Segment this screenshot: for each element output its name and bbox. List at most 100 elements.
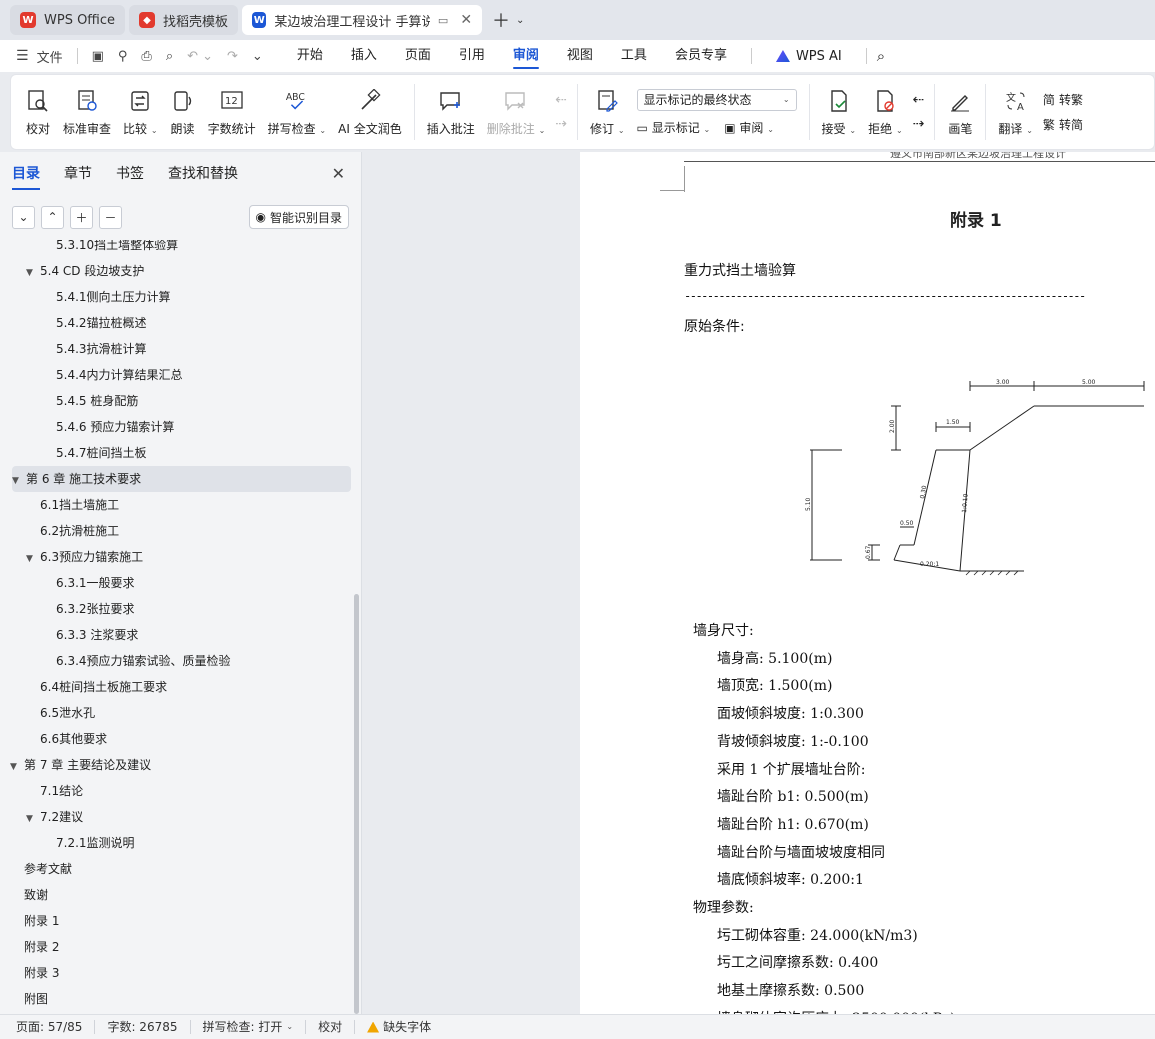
tab-docer-templates[interactable]: ◆ 找稻壳模板 [129, 5, 239, 35]
expand-caret-icon[interactable]: ▼ [12, 468, 26, 494]
toc-item[interactable]: 5.4.6 预应力锚索计算 [42, 414, 174, 440]
review-pane-button[interactable]: ▣ 审阅 ⌄ [724, 119, 774, 136]
toc-item[interactable]: 6.2抗滑桩施工 [26, 518, 119, 544]
toc-item[interactable]: 附录 3 [10, 960, 59, 986]
tab-list-chevron-icon[interactable]: ⌄ [516, 15, 524, 26]
redo-icon[interactable]: ↷ [227, 49, 238, 64]
word-count-indicator[interactable]: 字数: 26785 [95, 1020, 191, 1034]
wps-ai-button[interactable]: WPS AI [762, 49, 856, 64]
new-tab-icon[interactable]: ＋ [492, 7, 510, 33]
expand-caret-icon[interactable]: ▼ [26, 806, 40, 832]
toc-item[interactable]: 6.3.4预应力锚索试验、质量检验 [42, 648, 231, 674]
previous-change-icon[interactable]: ⇠ [913, 92, 925, 108]
ai-polish-button[interactable]: AI 全文润色 [332, 77, 408, 147]
page-indicator[interactable]: 页面: 57/85 [16, 1020, 96, 1034]
toc-item[interactable]: 5.3.10挡土墙整体验算 [42, 240, 178, 258]
toc-item[interactable]: 6.4桩间挡土板施工要求 [26, 674, 167, 700]
tab-references[interactable]: 引用 [445, 40, 499, 72]
reject-button[interactable]: 拒绝 ⌄ [862, 77, 909, 147]
missing-font-indicator[interactable]: 缺失字体 [355, 1020, 443, 1034]
search-icon[interactable]: ⌕ [877, 47, 885, 65]
nav-tab-toc[interactable]: 目录 [12, 152, 40, 196]
to-traditional-button[interactable]: 简 转繁 [1043, 91, 1083, 108]
tab-review[interactable]: 审阅 [499, 40, 553, 72]
tab-tools[interactable]: 工具 [607, 40, 661, 72]
print-preview-icon[interactable]: ⌕ [166, 49, 173, 64]
hamburger-icon[interactable]: ☰ [16, 48, 29, 64]
toc-item[interactable]: 致谢 [10, 882, 48, 908]
tab-wps-office[interactable]: W WPS Office [10, 5, 126, 35]
toc-item[interactable]: 5.4.4内力计算结果汇总 [42, 362, 183, 388]
spell-check-button[interactable]: ABC 拼写检查 ⌄ [262, 77, 333, 147]
toc-item[interactable]: 5.4.7桩间挡土板 [42, 440, 147, 466]
toc-item[interactable]: ▼ 6.3预应力锚索施工 [26, 544, 143, 570]
toc-item[interactable]: ▼ 第 6 章 施工技术要求 [12, 466, 351, 492]
toc-item[interactable]: 附图 [10, 986, 48, 1012]
toc-item[interactable]: 7.2.1监测说明 [42, 830, 135, 856]
toc-item[interactable]: ▼ 5.4 CD 段边坡支护 [26, 258, 144, 284]
toc-item[interactable]: ▼ 7.2建议 [26, 804, 83, 830]
toc-item[interactable]: 5.4.3抗滑桩计算 [42, 336, 147, 362]
toc-item[interactable]: 参考文献 [10, 856, 72, 882]
read-aloud-button[interactable]: 朗读 [164, 77, 202, 147]
toc-item[interactable]: 6.3.2张拉要求 [42, 596, 135, 622]
tab-home[interactable]: 开始 [283, 40, 337, 72]
tab-insert[interactable]: 插入 [337, 40, 391, 72]
proofread-button[interactable]: 校对 [19, 77, 57, 147]
delete-comment-button[interactable]: 删除批注 ⌄ [481, 77, 552, 147]
proofread-status[interactable]: 校对 [306, 1020, 356, 1034]
toc-item[interactable]: 6.6其他要求 [26, 726, 107, 752]
toc-item[interactable]: 5.4.2锚拉桩概述 [42, 310, 147, 336]
toc-item[interactable]: 5.4.1侧向土压力计算 [42, 284, 171, 310]
toc-item[interactable]: 6.5泄水孔 [26, 700, 95, 726]
tab-current-document[interactable]: W 某边坡治理工程设计 手算说明 ▭ ✕ [242, 5, 483, 35]
toc-item[interactable]: 7.1结论 [26, 778, 83, 804]
compare-button[interactable]: 比较 ⌄ [117, 77, 164, 147]
next-change-icon[interactable]: ⇢ [913, 116, 925, 132]
insert-comment-button[interactable]: 插入批注 [421, 77, 481, 147]
toc-item[interactable]: ▼ 第 7 章 主要结论及建议 [10, 752, 151, 778]
share-icon[interactable]: ⚲ [118, 49, 128, 64]
word-count-button[interactable]: 12 字数统计 [202, 77, 262, 147]
next-comment-icon[interactable]: ⇢ [555, 116, 567, 132]
smart-toc-button[interactable]: ◉ 智能识别目录 [248, 205, 349, 229]
nav-tab-sections[interactable]: 章节 [64, 152, 92, 196]
nav-tab-bookmarks[interactable]: 书签 [116, 152, 144, 196]
remove-heading-icon[interactable]: － [99, 205, 122, 229]
close-icon[interactable]: ✕ [332, 164, 345, 183]
toc-item[interactable]: 5.4.5 桩身配筋 [42, 388, 138, 414]
collapse-chevron-down-icon[interactable]: ⌄ [12, 205, 35, 229]
toc-item[interactable]: 6.1挡土墙施工 [26, 492, 119, 518]
spell-check-toggle[interactable]: 拼写检查: 打开 ⌄ [191, 1020, 307, 1034]
accept-button[interactable]: 接受 ⌄ [816, 77, 863, 147]
toc-item[interactable]: 附录 1 [10, 908, 59, 934]
print-icon[interactable]: ⎙ [141, 49, 151, 64]
tab-page[interactable]: 页面 [391, 40, 445, 72]
close-tab-icon[interactable]: ✕ [460, 12, 472, 28]
track-changes-button[interactable]: 修订 ⌄ [584, 77, 631, 147]
expand-caret-icon[interactable]: ▼ [10, 754, 24, 780]
standard-review-button[interactable]: 标准审查 [57, 77, 117, 147]
undo-icon[interactable]: ↶ ⌄ [187, 49, 213, 64]
expand-chevron-up-icon[interactable]: ⌃ [41, 205, 64, 229]
markup-display-select[interactable]: 显示标记的最终状态 ⌄ [636, 88, 797, 111]
to-simplified-button[interactable]: 繁 转简 [1043, 116, 1083, 133]
file-menu[interactable]: 文件 [37, 47, 63, 66]
previous-comment-icon[interactable]: ⇠ [555, 92, 567, 108]
document-page[interactable]: 遵义市南部新区某边坡治理工程设计 附录 1 重力式挡土墙验算 ---------… [580, 152, 1155, 1014]
tab-member[interactable]: 会员专享 [661, 40, 741, 72]
tab-view[interactable]: 视图 [553, 40, 607, 72]
toc-item[interactable]: 附录 2 [10, 934, 59, 960]
nav-tab-find-replace[interactable]: 查找和替换 [168, 152, 238, 196]
toc-item[interactable]: 6.3.1一般要求 [42, 570, 135, 596]
toc-item[interactable]: 6.3.3 注浆要求 [42, 622, 138, 648]
save-icon[interactable]: ▣ [92, 49, 104, 64]
expand-caret-icon[interactable]: ▼ [26, 546, 40, 572]
translate-button[interactable]: 文A 翻译 ⌄ [992, 77, 1039, 147]
toc-scrollbar[interactable] [354, 594, 359, 1014]
more-chevron-icon[interactable]: ⌄ [252, 49, 263, 64]
add-heading-icon[interactable]: ＋ [70, 205, 93, 229]
show-markup-button[interactable]: ▭ 显示标记 ⌄ [637, 119, 711, 136]
expand-caret-icon[interactable]: ▼ [26, 260, 40, 286]
pen-button[interactable]: 画笔 [941, 77, 979, 147]
